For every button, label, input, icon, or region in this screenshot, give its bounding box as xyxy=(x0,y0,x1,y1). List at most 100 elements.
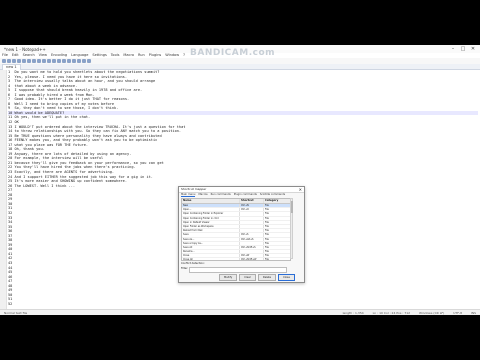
macro-record-icon[interactable] xyxy=(82,59,86,63)
copy-icon[interactable] xyxy=(37,59,41,63)
table-body: New Ctrl+N File Open... Ctrl+O File Open Conta… xyxy=(182,204,290,261)
cell-category: File xyxy=(265,233,269,237)
letterbox-top xyxy=(0,0,480,45)
filter-input[interactable] xyxy=(189,267,287,273)
zoom-in-icon[interactable] xyxy=(67,59,71,63)
cell-name: New xyxy=(182,204,240,208)
cell-name: Close All xyxy=(182,258,240,260)
letterbox-bottom xyxy=(0,315,480,360)
editor-line: 52 xyxy=(8,301,15,306)
cell-shortcut: Ctrl+S xyxy=(240,233,264,237)
cell-shortcut xyxy=(240,212,264,216)
cell-shortcut: Ctrl+Shift+W xyxy=(240,258,264,260)
modify-button[interactable]: Modify xyxy=(219,274,238,281)
zoom-out-icon[interactable] xyxy=(72,59,76,63)
watermark-logo: BANDICAM.com xyxy=(190,48,276,58)
status-mode: INS xyxy=(470,310,476,315)
cell-shortcut xyxy=(240,224,264,229)
open-file-icon[interactable] xyxy=(7,59,11,63)
cell-category: File xyxy=(265,250,269,254)
cell-shortcut xyxy=(240,229,264,233)
conflict-label: Conflict detection: xyxy=(181,262,205,265)
table-row[interactable]: Close All Ctrl+Shift+W File xyxy=(182,258,290,261)
undo-icon[interactable] xyxy=(47,59,51,63)
cell-category: File xyxy=(265,258,269,261)
cell-name: Reload from Disk xyxy=(182,229,240,233)
cell-shortcut xyxy=(240,216,264,220)
close-icon[interactable]: ✕ xyxy=(468,45,478,53)
desktop: *new 1 - Notepad++ – □ ✕ File Edit Searc… xyxy=(0,45,480,315)
cell-name: Open... xyxy=(182,208,240,212)
tab-macros[interactable]: Macros xyxy=(198,193,207,197)
cell-shortcut xyxy=(240,241,264,245)
clear-button[interactable]: Clear xyxy=(239,274,256,281)
dialog-close-icon[interactable]: ✕ xyxy=(299,187,302,192)
macro-play-icon[interactable] xyxy=(87,59,91,63)
cell-name: Save xyxy=(182,233,240,237)
status-eol: Windows (CR LF) xyxy=(419,310,445,315)
cell-shortcut: Ctrl+Alt+S xyxy=(240,237,264,241)
status-right: length : 1,354 Ln : 10 Col : 24 Pos : 71… xyxy=(335,311,476,315)
cut-icon[interactable] xyxy=(32,59,36,63)
cell-category: File xyxy=(265,204,269,207)
cell-category: File xyxy=(265,254,269,258)
scrollbar-thumb[interactable] xyxy=(291,201,293,213)
cell-category: File xyxy=(265,241,269,245)
status-encoding: UTF-8 xyxy=(453,310,462,315)
replace-icon[interactable] xyxy=(62,59,66,63)
column-header-name[interactable]: Name xyxy=(182,199,240,203)
cell-name: Open Folder as Workspace xyxy=(182,224,240,229)
dialog-title: Shortcut mapper xyxy=(181,187,207,191)
cell-shortcut: Ctrl+Shift+S xyxy=(240,245,264,250)
cell-name: Save As... xyxy=(182,237,240,241)
table-scrollbar[interactable] xyxy=(290,198,293,259)
close-icon[interactable] xyxy=(22,59,26,63)
tab-plugin-commands[interactable]: Plugin commands xyxy=(234,193,257,197)
cell-category: File xyxy=(265,220,269,224)
maximize-icon[interactable]: □ xyxy=(458,45,468,53)
tab-scintilla-commands[interactable]: Scintilla commands xyxy=(260,193,285,197)
window-title: *new 1 - Notepad++ xyxy=(4,46,46,52)
dialog-buttons: Modify Clear Delete Close xyxy=(219,274,295,281)
save-all-icon[interactable] xyxy=(17,59,21,63)
find-icon[interactable] xyxy=(57,59,61,63)
cell-category: File xyxy=(265,229,269,233)
cell-shortcut: Ctrl+W xyxy=(240,254,264,258)
cell-shortcut xyxy=(240,250,264,254)
save-icon[interactable] xyxy=(12,59,16,63)
cell-name: Open Containing Folder in Explorer xyxy=(182,212,240,216)
paste-icon[interactable] xyxy=(42,59,46,63)
delete-button[interactable]: Delete xyxy=(257,274,277,281)
line-number-gutter xyxy=(0,70,7,309)
cell-category: File xyxy=(265,212,269,216)
cell-name: Open Containing Folder in cmd xyxy=(182,216,240,220)
cell-name: Rename... xyxy=(182,250,240,254)
wrap-icon[interactable] xyxy=(77,59,81,63)
minimize-icon[interactable]: – xyxy=(448,45,458,53)
new-file-icon[interactable] xyxy=(2,59,6,63)
shortcut-mapper-dialog: Shortcut mapper ✕ Main menu Macros Run c… xyxy=(178,186,305,283)
cell-shortcut xyxy=(240,220,264,224)
redo-icon[interactable] xyxy=(52,59,56,63)
window-controls: – □ ✕ xyxy=(448,45,478,53)
print-icon[interactable] xyxy=(27,59,31,63)
video-frame: *new 1 - Notepad++ – □ ✕ File Edit Searc… xyxy=(0,0,480,360)
cell-category: File xyxy=(265,216,269,220)
cell-shortcut: Ctrl+N xyxy=(240,204,264,208)
close-button[interactable]: Close xyxy=(278,274,295,281)
status-filetype: Normal text file xyxy=(4,310,28,315)
tab-main-menu[interactable]: Main menu xyxy=(181,193,196,197)
column-header-category[interactable]: Category xyxy=(264,199,290,203)
tab-run-commands[interactable]: Run commands xyxy=(211,193,231,197)
status-position: Ln : 10 Col : 24 Pos : 712 xyxy=(372,310,411,315)
status-length: length : 1,354 xyxy=(342,310,364,315)
cell-name: Save a Copy As... xyxy=(182,241,240,245)
cell-name: Close xyxy=(182,254,240,258)
filter-label: Filter: xyxy=(181,267,189,270)
cell-category: File xyxy=(265,208,269,212)
column-header-shortcut[interactable]: Shortcut xyxy=(240,199,264,203)
dialog-tabs: Main menu Macros Run commands Plugin com… xyxy=(181,193,285,197)
cell-name: Open in Default Viewer xyxy=(182,220,240,224)
shortcut-table: Name Shortcut Category New Ctrl+N File Open… xyxy=(181,198,291,261)
cell-name: Save All xyxy=(182,245,240,250)
